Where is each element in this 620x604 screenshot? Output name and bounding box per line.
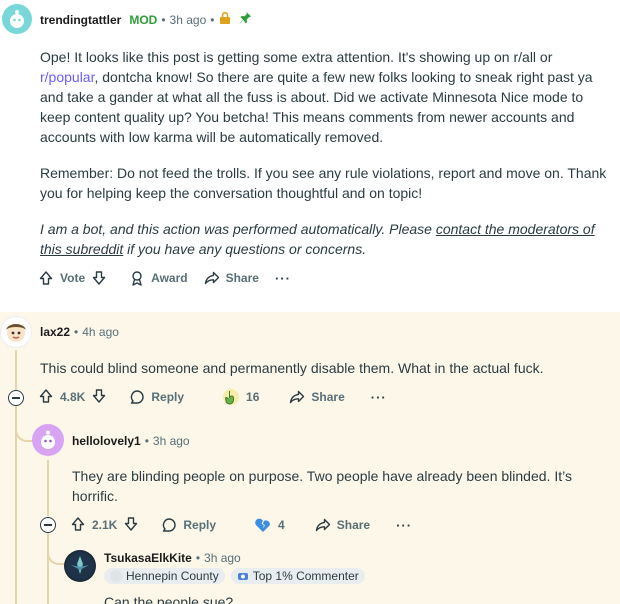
username[interactable]: lax22 — [40, 325, 70, 339]
comment-body: This could blind someone and permanently… — [40, 360, 544, 376]
share-label: Share — [336, 518, 371, 532]
share-icon — [204, 270, 220, 286]
downvote-arrow-icon[interactable] — [91, 388, 107, 407]
award-button[interactable]: 16 — [214, 381, 267, 413]
award-button[interactable]: 4 — [246, 509, 293, 541]
comment-meta: TsukasaElkKite • 3h ago — [104, 551, 241, 565]
top-commenter-icon — [237, 570, 249, 582]
downvote-arrow-icon[interactable] — [91, 270, 107, 286]
upvote-arrow-icon[interactable] — [38, 388, 54, 407]
thread-line — [15, 350, 17, 392]
comment-meta: trendingtattler MOD • 3h ago • — [40, 11, 252, 28]
flair-badge: Hennepin County — [104, 568, 225, 584]
collapse-thread-button[interactable] — [8, 390, 24, 406]
share-icon — [315, 517, 331, 533]
comment-paragraph: I am a bot, and this action was performe… — [40, 219, 612, 259]
timestamp[interactable]: 3h ago — [170, 13, 207, 27]
thread-line — [47, 532, 49, 604]
user-flairs: Hennepin County Top 1% Commenter — [104, 568, 371, 584]
vote-count: 4.8K — [60, 390, 86, 404]
comment-actions: 4.8K Reply 16 Share ··· — [32, 381, 395, 413]
vote-count: 2.1K — [92, 518, 118, 532]
county-flair-icon — [110, 570, 122, 582]
text-segment: I am a bot, and this action was performe… — [40, 221, 436, 237]
downvote-arrow-icon[interactable] — [123, 516, 139, 535]
thread-line — [47, 460, 49, 516]
more-icon: ··· — [274, 270, 291, 286]
vote-group: 4.8K — [32, 381, 113, 413]
award-button[interactable]: Award — [121, 262, 195, 294]
reply-bubble-icon — [129, 389, 145, 405]
lock-icon — [218, 11, 232, 28]
mod-badge: MOD — [129, 12, 158, 27]
share-label: Share — [225, 271, 259, 285]
avatar[interactable] — [32, 424, 64, 456]
reply-label: Reply — [151, 390, 185, 404]
top-commenter-badge: Top 1% Commenter — [230, 568, 365, 584]
more-icon: ··· — [370, 389, 387, 405]
vote-group: 2.1K — [64, 509, 145, 541]
flair-text: Top 1% Commenter — [252, 569, 359, 583]
share-button[interactable]: Share — [307, 509, 378, 541]
collapse-thread-button[interactable] — [40, 517, 56, 533]
comment-body: Can the people sue? — [104, 594, 234, 604]
reply-button[interactable]: Reply — [153, 509, 224, 541]
comment-actions: Vote Award Share ··· — [32, 262, 299, 294]
separator-dot: • — [74, 325, 79, 339]
flair-text: Hennepin County — [126, 569, 219, 583]
comment-paragraph: Ope! It looks like this post is getting … — [40, 47, 612, 147]
award-count: 4 — [278, 518, 285, 532]
broken-heart-award-icon — [254, 517, 272, 533]
more-icon: ··· — [396, 517, 413, 533]
avatar[interactable] — [2, 4, 32, 34]
share-icon — [289, 389, 305, 405]
username[interactable]: trendingtattler — [40, 13, 121, 27]
pin-icon — [238, 11, 252, 28]
text-segment: if you have any questions or concerns. — [123, 241, 367, 257]
award-label: Award — [151, 271, 188, 285]
separator-dot: • — [144, 434, 149, 448]
avatar[interactable] — [0, 316, 32, 348]
text-segment: , dontcha know! So there are quite a few… — [40, 69, 593, 145]
award-count: 16 — [246, 390, 260, 404]
comment-meta: hellolovely1 • 3h ago — [72, 434, 190, 448]
username[interactable]: hellolovely1 — [72, 434, 141, 448]
more-options-button[interactable]: ··· — [388, 509, 420, 541]
username[interactable]: TsukasaElkKite — [104, 551, 192, 565]
avatar[interactable] — [64, 550, 96, 582]
pointing-finger-award-icon — [222, 388, 240, 406]
comment-meta: lax22 • 4h ago — [40, 325, 119, 339]
reply-button[interactable]: Reply — [121, 381, 192, 413]
comment-body: Ope! It looks like this post is getting … — [40, 47, 612, 275]
timestamp[interactable]: 4h ago — [82, 325, 119, 339]
subreddit-link[interactable]: r/popular — [40, 69, 94, 85]
comment-paragraph: Remember: Do not feed the trolls. If you… — [40, 165, 607, 201]
upvote-arrow-icon[interactable] — [70, 516, 86, 535]
reply-bubble-icon — [161, 517, 177, 533]
share-button[interactable]: Share — [281, 381, 352, 413]
reply-label: Reply — [183, 518, 217, 532]
upvote-arrow-icon[interactable] — [38, 270, 54, 286]
timestamp[interactable]: 3h ago — [153, 434, 190, 448]
separator-dot: • — [161, 12, 166, 27]
separator-dot: • — [195, 551, 201, 565]
award-icon — [129, 270, 145, 286]
share-label: Share — [311, 390, 345, 404]
more-options-button[interactable]: ··· — [267, 262, 299, 294]
share-button[interactable]: Share — [196, 262, 267, 294]
comment-body: They are blinding people on purpose. Two… — [72, 468, 572, 504]
vote-group: Vote — [32, 262, 115, 294]
more-options-button[interactable]: ··· — [363, 381, 395, 413]
text-segment: Ope! It looks like this post is getting … — [40, 49, 553, 65]
comment-actions: 2.1K Reply 4 Share ··· — [64, 509, 420, 541]
vote-label: Vote — [60, 271, 86, 285]
separator-dot: • — [210, 12, 215, 27]
timestamp[interactable]: 3h ago — [204, 551, 241, 565]
